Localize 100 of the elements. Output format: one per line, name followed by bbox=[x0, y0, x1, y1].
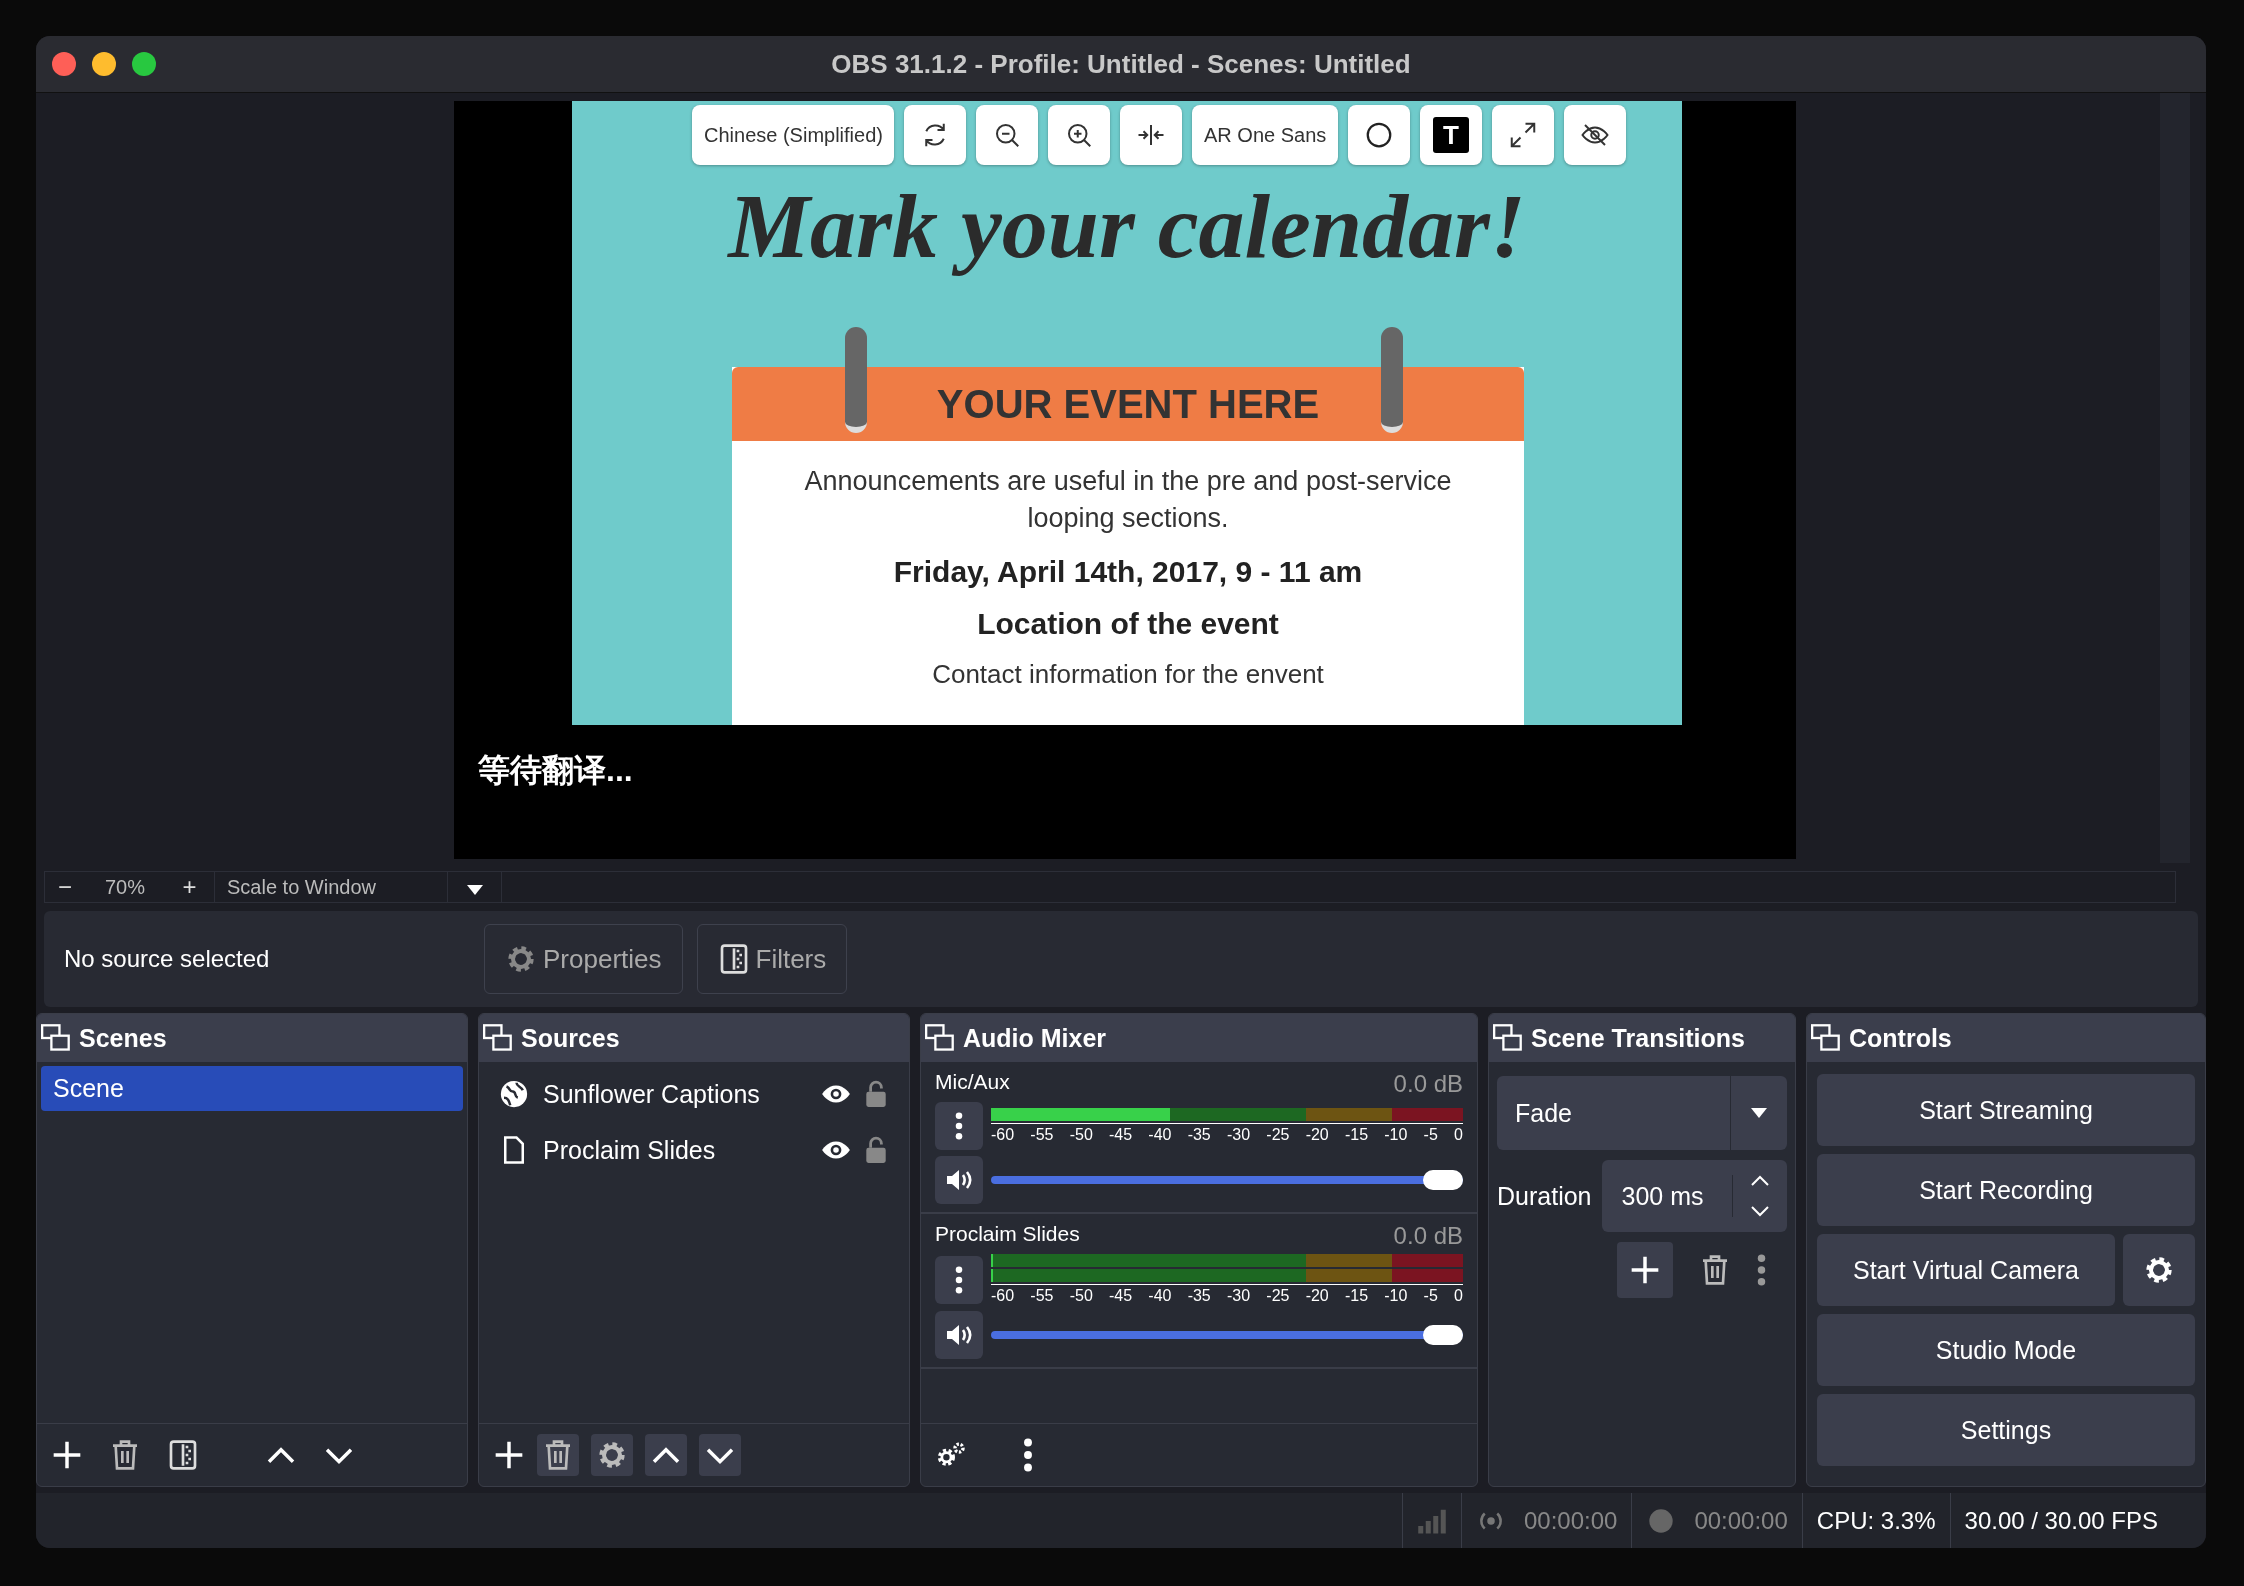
scale-label: -35 bbox=[1187, 1287, 1211, 1305]
zoom-out-button[interactable] bbox=[976, 105, 1038, 165]
control-button[interactable]: Start Streaming bbox=[1817, 1074, 2195, 1146]
scale-label: -10 bbox=[1384, 1126, 1408, 1144]
zoom-value: 70% bbox=[104, 874, 146, 900]
unlock-icon[interactable] bbox=[865, 1080, 887, 1108]
circle-icon bbox=[1364, 120, 1394, 150]
more-options-icon[interactable] bbox=[954, 1112, 964, 1140]
scale-label: -50 bbox=[1069, 1126, 1093, 1144]
scale-label: -25 bbox=[1266, 1126, 1290, 1144]
scale-label: -15 bbox=[1344, 1287, 1369, 1305]
hide-button[interactable] bbox=[1564, 105, 1626, 165]
control-button[interactable]: Studio Mode bbox=[1817, 1314, 2195, 1386]
more-options-icon[interactable] bbox=[1023, 1438, 1033, 1472]
dock-title: Controls bbox=[1849, 1023, 1952, 1053]
transition-dropdown[interactable]: Fade bbox=[1497, 1076, 1787, 1150]
channel-reading: 0.0 dB bbox=[1393, 1070, 1463, 1098]
dock-icon bbox=[1493, 1024, 1523, 1052]
eye-icon[interactable] bbox=[821, 1083, 851, 1105]
channel-menu-button[interactable] bbox=[935, 1255, 983, 1304]
scale-label: 0 bbox=[1454, 1126, 1463, 1144]
speaker-icon bbox=[945, 1323, 973, 1347]
scale-label: -50 bbox=[1069, 1287, 1093, 1305]
language-dropdown[interactable]: Chinese (Simplified) bbox=[692, 105, 894, 165]
scale-label: -20 bbox=[1305, 1287, 1329, 1305]
scale-label: -15 bbox=[1344, 1126, 1369, 1144]
source-name[interactable]: Proclaim Slides bbox=[543, 1135, 807, 1165]
unlock-icon[interactable] bbox=[865, 1136, 887, 1164]
settings-icon[interactable] bbox=[596, 1439, 628, 1471]
center-button[interactable] bbox=[1120, 105, 1182, 165]
font-dropdown[interactable]: AR One Sans bbox=[1192, 105, 1338, 165]
zoom-in-button[interactable]: + bbox=[165, 872, 215, 902]
scale-label: -55 bbox=[1030, 1126, 1054, 1144]
slide-contact: Contact information for the envent bbox=[932, 659, 1324, 690]
color-button[interactable] bbox=[1348, 105, 1410, 165]
zoom-in-button[interactable] bbox=[1048, 105, 1110, 165]
source-name[interactable]: Sunflower Captions bbox=[543, 1079, 807, 1109]
stream-time: 00:00:00 bbox=[1523, 1506, 1618, 1535]
refresh-button[interactable] bbox=[904, 105, 966, 165]
filter-icon[interactable] bbox=[167, 1439, 199, 1471]
scale-label: -55 bbox=[1030, 1287, 1054, 1305]
record-time: 00:00:00 bbox=[1694, 1506, 1788, 1535]
settings-button[interactable] bbox=[2123, 1234, 2195, 1306]
channel-name: Mic/Aux bbox=[935, 1070, 1010, 1095]
source-status: No source selected bbox=[63, 945, 271, 973]
channel-menu-button[interactable] bbox=[935, 1102, 983, 1150]
scale-label: 0 bbox=[1454, 1287, 1463, 1305]
scale-label: -5 bbox=[1423, 1287, 1438, 1305]
caret-icon bbox=[1751, 1108, 1767, 1118]
cpu-usage: CPU: 3.3% bbox=[1816, 1506, 1936, 1535]
scale-label: -45 bbox=[1109, 1287, 1133, 1305]
volume-handle[interactable] bbox=[1423, 1325, 1463, 1345]
banner-text: YOUR EVENT HERE bbox=[936, 381, 1320, 427]
chevron-up-icon[interactable] bbox=[1750, 1175, 1770, 1187]
scale-label: -20 bbox=[1305, 1126, 1329, 1144]
properties-button[interactable]: Properties bbox=[484, 924, 683, 994]
slide-location: Location of the event bbox=[977, 607, 1279, 641]
plus-icon[interactable] bbox=[51, 1439, 83, 1471]
eye-icon[interactable] bbox=[821, 1139, 851, 1161]
close-button[interactable] bbox=[52, 52, 76, 76]
zoom-button[interactable] bbox=[132, 52, 156, 76]
control-button[interactable]: Start Recording bbox=[1817, 1154, 2195, 1226]
scale-label: -5 bbox=[1423, 1126, 1438, 1144]
scale-mode: Scale to Window bbox=[215, 872, 448, 902]
scene-item[interactable]: Scene bbox=[41, 1066, 463, 1111]
scale-label: -35 bbox=[1187, 1126, 1211, 1144]
settings-icon[interactable] bbox=[505, 943, 537, 975]
mute-button[interactable] bbox=[935, 1156, 983, 1204]
channel-name: Proclaim Slides bbox=[935, 1222, 1080, 1247]
globe-icon bbox=[499, 1079, 529, 1109]
caption-text: 等待翻译... bbox=[478, 751, 633, 790]
scale-label: -30 bbox=[1226, 1287, 1251, 1305]
dock-title: Scenes bbox=[79, 1023, 167, 1053]
dock-title: Sources bbox=[521, 1023, 620, 1053]
plus-icon[interactable] bbox=[493, 1439, 525, 1471]
fullscreen-button[interactable] bbox=[1492, 105, 1554, 165]
zoom-out-button[interactable]: − bbox=[45, 872, 85, 902]
control-button[interactable]: Settings bbox=[1817, 1394, 2195, 1466]
volume-handle[interactable] bbox=[1423, 1170, 1463, 1190]
duration-field[interactable]: 300 ms bbox=[1601, 1160, 1787, 1232]
duration-label: Duration bbox=[1497, 1181, 1592, 1211]
scale-label: -25 bbox=[1266, 1287, 1290, 1305]
plus-icon[interactable] bbox=[1629, 1254, 1661, 1286]
scale-label: -40 bbox=[1148, 1126, 1172, 1144]
minimize-button[interactable] bbox=[92, 52, 116, 76]
slide-date: Friday, April 14th, 2017, 9 - 11 am bbox=[893, 555, 1363, 589]
settings-icon bbox=[2143, 1254, 2175, 1286]
dock-icon bbox=[1811, 1024, 1841, 1052]
slide-body-text: Announcements are useful in the pre and post-service looping sections. bbox=[803, 465, 1453, 535]
scale-label: -40 bbox=[1148, 1287, 1172, 1305]
scale-label: -30 bbox=[1226, 1126, 1251, 1144]
text-style-button[interactable]: T bbox=[1420, 105, 1482, 165]
dock-icon bbox=[925, 1024, 955, 1052]
chevron-down-icon[interactable] bbox=[1750, 1205, 1770, 1217]
filters-button[interactable]: Filters bbox=[696, 924, 848, 994]
control-button[interactable]: Start Virtual Camera bbox=[1817, 1234, 2115, 1306]
scale-label: -45 bbox=[1109, 1126, 1133, 1144]
scale-label: -60 bbox=[991, 1126, 1015, 1144]
more-options-icon[interactable] bbox=[954, 1265, 964, 1294]
mute-button[interactable] bbox=[935, 1311, 983, 1359]
